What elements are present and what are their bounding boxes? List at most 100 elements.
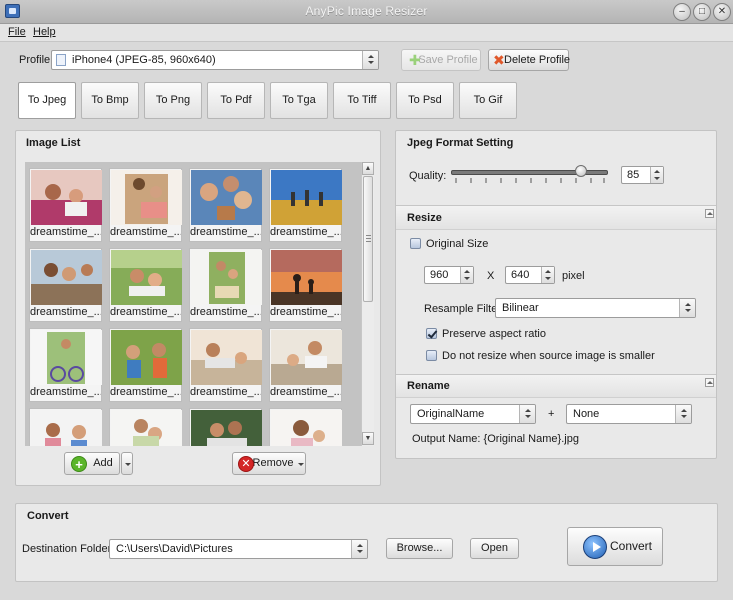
list-item[interactable]: dreamstime_...: [109, 328, 182, 402]
thumbnail-caption: dreamstime_...: [30, 306, 101, 318]
profile-value: iPhone4 (JPEG-85, 960x640): [72, 54, 216, 66]
thumbnail-image: [191, 410, 262, 446]
add-options-dropdown[interactable]: [121, 452, 133, 475]
tab-to-psd[interactable]: To Psd: [396, 82, 454, 119]
menu-help[interactable]: Help: [33, 26, 56, 38]
profile-dropdown[interactable]: iPhone4 (JPEG-85, 960x640): [51, 50, 379, 70]
quality-spinner[interactable]: 85: [621, 166, 664, 184]
list-item[interactable]: [269, 408, 342, 446]
list-item[interactable]: dreamstime_...: [189, 248, 262, 322]
spinner-arrows-icon[interactable]: [460, 267, 473, 283]
no-resize-label: Do not resize when source image is small…: [442, 350, 655, 362]
tab-to-jpeg[interactable]: To Jpeg: [18, 82, 76, 119]
remove-button[interactable]: ✕ Remove: [232, 452, 306, 475]
list-item[interactable]: dreamstime_...: [109, 248, 182, 322]
resize-section-header: [396, 205, 716, 230]
thumbnail-caption: dreamstime_...: [190, 306, 261, 318]
thumbnail-image: [111, 330, 182, 385]
original-size-label: Original Size: [426, 238, 489, 250]
menu-file[interactable]: File: [8, 26, 26, 38]
thumbnail-image: [191, 250, 262, 305]
output-name-value: {Original Name}.jpg: [483, 433, 579, 445]
no-resize-checkbox[interactable]: [426, 350, 437, 361]
tab-to-png[interactable]: To Png: [144, 82, 202, 119]
chevron-down-icon: [519, 405, 535, 423]
save-profile-button[interactable]: ✚ Save Profile: [401, 49, 481, 71]
scroll-up-icon[interactable]: ▲: [362, 162, 374, 175]
thumbnail-image: [111, 170, 182, 225]
list-item[interactable]: dreamstime_...: [269, 168, 342, 242]
add-button[interactable]: + Add: [64, 452, 120, 475]
list-item[interactable]: dreamstime_...: [29, 248, 102, 322]
collapse-resize-icon[interactable]: [705, 209, 714, 218]
file-icon: [56, 54, 66, 66]
scroll-down-icon[interactable]: ▼: [362, 432, 374, 445]
list-item[interactable]: [29, 408, 102, 446]
resample-filter-dropdown[interactable]: Bilinear: [495, 298, 696, 318]
spinner-arrows-icon[interactable]: [541, 267, 554, 283]
preserve-aspect-checkbox[interactable]: [426, 328, 437, 339]
resize-title: Resize: [407, 212, 442, 224]
height-spinner[interactable]: 640: [505, 266, 555, 284]
list-item[interactable]: [189, 408, 262, 446]
list-item[interactable]: dreamstime_...: [269, 248, 342, 322]
list-item[interactable]: dreamstime_...: [29, 168, 102, 242]
image-list-scrollbar[interactable]: ▲ ▼: [361, 162, 374, 446]
window-title: AnyPic Image Resizer: [305, 4, 428, 18]
dimension-separator: X: [487, 270, 495, 282]
plus-icon: ✚: [409, 52, 421, 68]
quality-slider-thumb[interactable]: [574, 165, 587, 177]
rename-part1-dropdown[interactable]: OriginalName: [410, 404, 536, 424]
list-item[interactable]: dreamstime_...: [109, 168, 182, 242]
thumbnail-image: [191, 330, 262, 385]
scrollbar-thumb[interactable]: [363, 176, 373, 302]
thumbnail-caption: dreamstime_...: [110, 386, 181, 398]
rename-part2-dropdown[interactable]: None: [566, 404, 692, 424]
thumbnail-image: [271, 410, 342, 446]
spinner-arrows-icon[interactable]: [650, 167, 663, 183]
chevron-down-icon: [298, 463, 304, 466]
list-item[interactable]: dreamstime_...: [29, 328, 102, 402]
list-item[interactable]: dreamstime_...: [189, 168, 262, 242]
original-size-checkbox[interactable]: [410, 238, 421, 249]
thumbnail-image: [31, 410, 102, 446]
browse-button[interactable]: Browse...: [386, 538, 453, 559]
thumbnail-caption: dreamstime_...: [30, 226, 101, 238]
maximize-icon[interactable]: □: [693, 3, 711, 21]
open-button[interactable]: Open: [470, 538, 519, 559]
collapse-rename-icon[interactable]: [705, 378, 714, 387]
thumbnail-caption: dreamstime_...: [30, 386, 101, 398]
thumbnail-image: [271, 330, 342, 385]
width-spinner[interactable]: 960: [424, 266, 474, 284]
chevron-down-icon: [675, 405, 691, 423]
tab-to-tga[interactable]: To Tga: [270, 82, 328, 119]
rename-title: Rename: [407, 380, 450, 392]
thumbnail-caption: dreamstime_...: [110, 306, 181, 318]
close-icon[interactable]: ✕: [713, 3, 731, 21]
menu-bar: File Help: [0, 24, 733, 42]
delete-profile-button[interactable]: ✖ Delete Profile: [488, 49, 570, 71]
list-item[interactable]: [109, 408, 182, 446]
destination-folder-dropdown[interactable]: C:\Users\David\Pictures: [109, 539, 368, 559]
thumbnail-image: [31, 170, 102, 225]
tab-to-pdf[interactable]: To Pdf: [207, 82, 265, 119]
title-bar: AnyPic Image Resizer – □ ✕: [0, 0, 733, 24]
tab-to-bmp[interactable]: To Bmp: [81, 82, 139, 119]
tab-to-gif[interactable]: To Gif: [459, 82, 517, 119]
thumbnail-caption: dreamstime_...: [110, 226, 181, 238]
thumbnail-caption: dreamstime_...: [270, 386, 341, 398]
convert-button[interactable]: Convert: [567, 527, 663, 566]
thumbnail-caption: dreamstime_...: [190, 226, 261, 238]
thumbnail-image: [271, 170, 342, 225]
thumbnail-image: [271, 250, 342, 305]
rename-plus-label: +: [548, 408, 555, 420]
list-item[interactable]: dreamstime_...: [189, 328, 262, 402]
profile-label: Profile: [19, 54, 51, 66]
list-item[interactable]: dreamstime_...: [269, 328, 342, 402]
destination-folder-label: Destination Folder:: [22, 543, 115, 555]
chevron-down-icon: [351, 540, 367, 558]
image-grid[interactable]: dreamstime_... dreamstime_... dreamstime…: [25, 162, 361, 446]
minimize-icon[interactable]: –: [673, 3, 691, 21]
chevron-down-icon: [679, 299, 695, 317]
tab-to-tiff[interactable]: To Tiff: [333, 82, 391, 119]
